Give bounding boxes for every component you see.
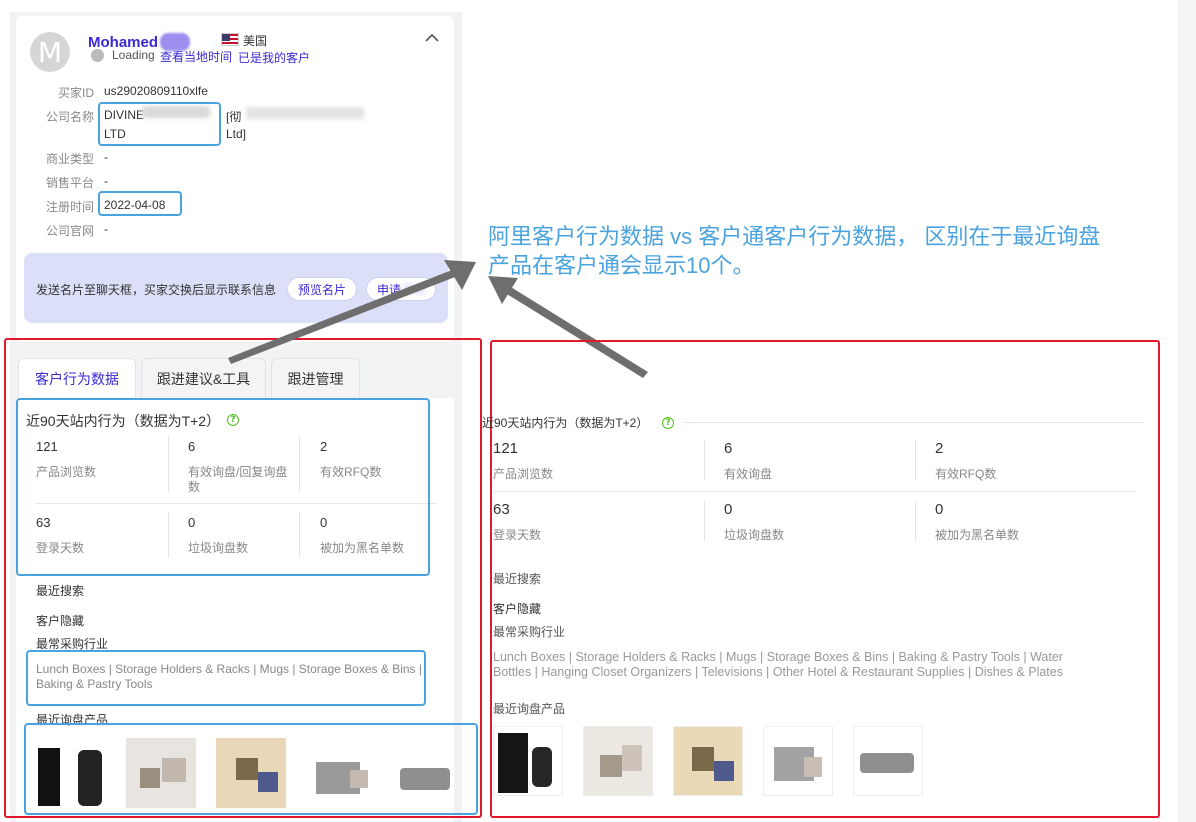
inquiry-product-thumbnail[interactable]	[853, 726, 923, 796]
stat-divider	[915, 440, 916, 480]
r-stat-login-days-value: 63	[493, 501, 510, 518]
product-image-shape	[600, 755, 622, 777]
help-icon[interactable]: ?	[662, 417, 674, 429]
r-stat-valid-inquiries-label: 有效询盘	[724, 467, 773, 481]
window-edge	[1178, 0, 1196, 822]
inquiry-product-thumbnail[interactable]	[493, 726, 563, 796]
inquiry-product-thumbnail[interactable]	[673, 726, 743, 796]
title-divider	[684, 422, 1144, 423]
product-image-shape	[498, 733, 528, 793]
product-image-shape	[532, 747, 552, 787]
r-stat-product-views-value: 121	[493, 440, 519, 457]
r-top-industries-line1: Lunch Boxes | Storage Holders & Racks | …	[493, 650, 1063, 664]
r-stat-spam-inquiries-value: 0	[724, 501, 733, 518]
r-recent-search-label: 最近搜索	[493, 572, 542, 586]
r-stat-valid-rfq-value: 2	[935, 440, 944, 457]
r-top-industries-label: 最常采购行业	[493, 625, 566, 639]
stat-row-divider	[493, 491, 1135, 492]
product-image-shape	[622, 745, 642, 771]
r-stat-valid-inquiries-value: 6	[724, 440, 733, 457]
inquiry-product-thumbnail[interactable]	[763, 726, 833, 796]
r-stat-valid-rfq-label: 有效RFQ数	[935, 467, 997, 481]
screenshot-root: M Mohamed 美国 Loading 查看当地时间 已是我的客户 买家ID …	[0, 0, 1196, 822]
r-stat-blacklisted-label: 被加为黑名单数	[935, 528, 1020, 542]
inquiry-product-thumbnail[interactable]	[583, 726, 653, 796]
r-stat-product-views-label: 产品浏览数	[493, 467, 554, 481]
right-behavior-title: 近90天站内行为（数据为T+2）	[482, 416, 649, 430]
r-recent-inquiry-products-label: 最近询盘产品	[493, 702, 566, 716]
r-stat-blacklisted-value: 0	[935, 501, 944, 518]
product-image-shape	[804, 757, 822, 777]
arrow-left-shaft	[228, 270, 455, 364]
product-image-shape	[860, 753, 914, 773]
stat-divider	[704, 440, 705, 480]
product-image-shape	[714, 761, 734, 781]
r-customer-hidden-label: 客户隐藏	[493, 602, 542, 616]
r-top-industries-line2: Bottles | Hanging Closet Organizers | Te…	[493, 665, 1063, 679]
r-stat-spam-inquiries-label: 垃圾询盘数	[724, 528, 785, 542]
stat-divider	[704, 501, 705, 541]
product-image-shape	[692, 747, 714, 771]
stat-divider	[915, 501, 916, 541]
r-stat-login-days-label: 登录天数	[493, 528, 542, 542]
